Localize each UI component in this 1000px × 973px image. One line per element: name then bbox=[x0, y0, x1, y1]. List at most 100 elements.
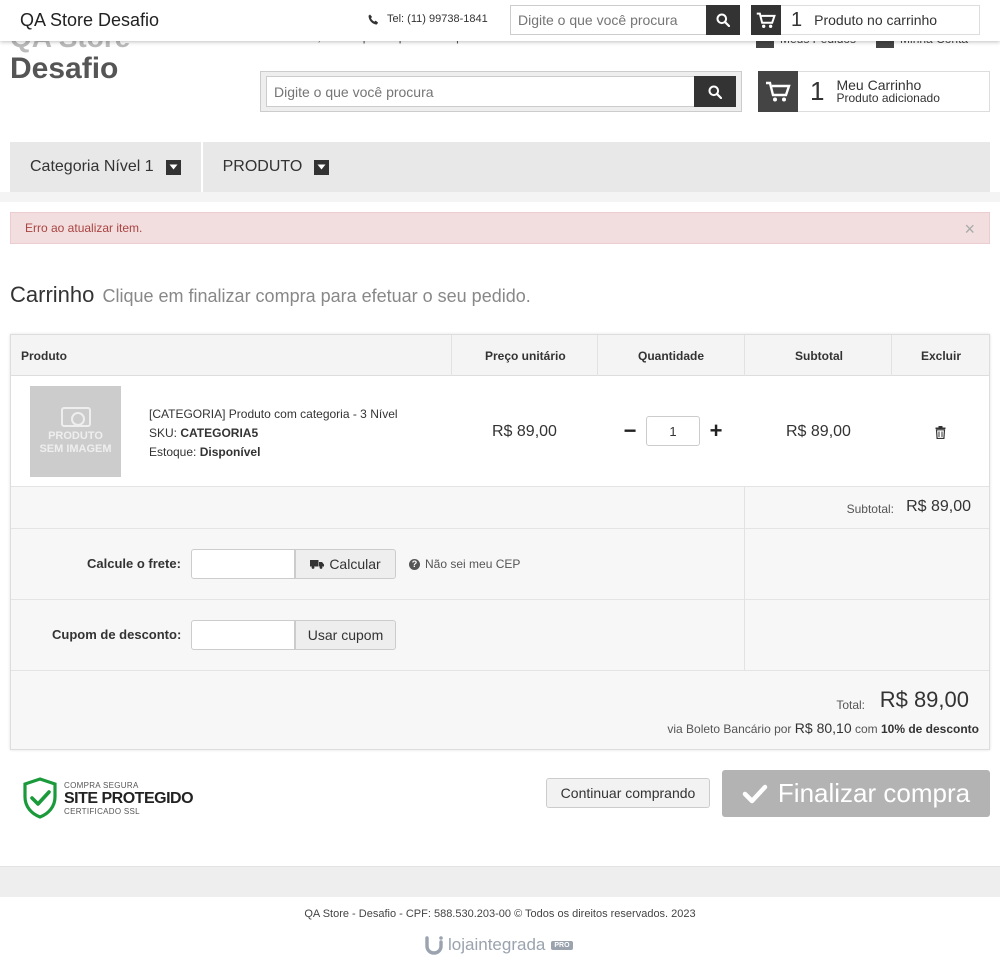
header-cart[interactable]: 1 Meu Carrinho Produto adicionado bbox=[758, 71, 990, 112]
menu-item-label: PRODUTO bbox=[222, 158, 303, 175]
truck-icon bbox=[310, 560, 325, 569]
platform-name: lojaintegrada bbox=[448, 935, 545, 955]
header-unit-price: Preço unitário bbox=[485, 349, 566, 363]
boleto-price: R$ 80,10 bbox=[794, 720, 852, 736]
coupon-label: Cupom de desconto: bbox=[52, 627, 182, 642]
error-alert-text: Erro ao atualizar item. bbox=[25, 221, 143, 235]
coupon-row: Cupom de desconto: Usar cupom bbox=[11, 600, 989, 671]
page-subtitle: Clique em finalizar compra para efetuar … bbox=[102, 286, 531, 306]
topbar-cart-count: 1 bbox=[791, 8, 803, 31]
platform-badge: PRO bbox=[551, 940, 573, 950]
decrease-quantity-button[interactable]: − bbox=[623, 418, 637, 444]
category-menu: Categoria Nível 1 PRODUTO bbox=[10, 142, 990, 192]
menu-shadow-strip bbox=[0, 192, 1000, 202]
cart-icon-box bbox=[751, 5, 781, 35]
remove-item-button[interactable] bbox=[935, 426, 946, 444]
page-title-text: Carrinho bbox=[10, 282, 95, 307]
apply-coupon-label: Usar cupom bbox=[307, 627, 384, 643]
search-icon bbox=[708, 85, 722, 99]
header-subtotal: Subtotal bbox=[795, 349, 843, 363]
product-image-placeholder[interactable]: PRODUTO SEM IMAGEM bbox=[30, 386, 121, 477]
header-remove: Excluir bbox=[921, 349, 962, 363]
no-image-line-1: PRODUTO bbox=[48, 430, 103, 442]
cart-icon-box bbox=[758, 71, 798, 112]
header-search-input[interactable] bbox=[266, 76, 694, 107]
continue-shopping-button[interactable]: Continuar comprando bbox=[546, 778, 710, 808]
chevron-down-icon bbox=[165, 159, 181, 175]
store-logo-text[interactable]: Desafio bbox=[10, 52, 118, 86]
total-value: R$ 89,00 bbox=[879, 687, 969, 712]
no-image-line-2: SEM IMAGEM bbox=[39, 443, 112, 455]
cep-input[interactable] bbox=[191, 549, 295, 579]
seal-bottom-text: CERTIFICADO SSL bbox=[64, 806, 140, 816]
product-info: [CATEGORIA] Produto com categoria - 3 Ní… bbox=[149, 405, 398, 462]
total-row: Total: R$ 89,00 via Boleto Bancário por … bbox=[11, 671, 989, 751]
boleto-with: com bbox=[854, 722, 878, 736]
seal-text: COMPRA SEGURA SITE PROTEGIDO CERTIFICADO… bbox=[64, 780, 194, 817]
header-cart-title: Meu Carrinho bbox=[836, 76, 922, 93]
header-cart-count: 1 bbox=[810, 76, 825, 106]
unit-price: R$ 89,00 bbox=[492, 423, 557, 440]
product-stock: Estoque: Disponível bbox=[149, 443, 398, 462]
shipping-row: Calcule o frete: Calcular ? Não sei meu … bbox=[11, 529, 989, 600]
product-name-link[interactable]: [CATEGORIA] Produto com categoria - 3 Ní… bbox=[149, 405, 398, 424]
footer-copyright: QA Store - Desafio - CPF: 588.530.203-00… bbox=[304, 908, 696, 920]
calculate-shipping-button[interactable]: Calcular bbox=[295, 549, 396, 579]
subtotal-label: Subtotal: bbox=[846, 502, 894, 516]
page-title: Carrinho Clique em finalizar compra para… bbox=[10, 282, 531, 308]
topbar-search-input[interactable] bbox=[510, 5, 706, 35]
close-icon[interactable]: × bbox=[964, 219, 975, 240]
subtotal-value: R$ 89,00 bbox=[906, 498, 971, 515]
cart-icon bbox=[756, 12, 776, 28]
topbar-cart[interactable]: 1 Produto no carrinho bbox=[751, 5, 980, 35]
boleto-prefix: via Boleto Bancário por bbox=[667, 722, 792, 736]
ssl-seal: COMPRA SEGURA SITE PROTEGIDO CERTIFICADO… bbox=[22, 777, 194, 819]
topbar-store-name[interactable]: QA Store Desafio bbox=[20, 10, 159, 31]
subtotal-row: Subtotal: R$ 89,00 bbox=[11, 487, 989, 529]
checkmark-icon bbox=[742, 784, 768, 803]
topbar-search bbox=[510, 5, 740, 35]
topbar-phone: Tel: (11) 99738-1841 bbox=[368, 13, 488, 25]
calculate-label: Calcular bbox=[329, 556, 381, 572]
trash-icon bbox=[935, 426, 946, 440]
coupon-input[interactable] bbox=[191, 620, 295, 650]
apply-coupon-button[interactable]: Usar cupom bbox=[295, 620, 396, 650]
shield-check-icon bbox=[23, 777, 57, 819]
topbar-cart-text: Produto no carrinho bbox=[814, 12, 938, 28]
loja-integrada-logo-icon bbox=[425, 936, 443, 955]
stock-label: Estoque: bbox=[149, 445, 197, 459]
total-label: Total: bbox=[836, 698, 865, 712]
table-header: Produto Preço unitário Quantidade Subtot… bbox=[11, 335, 989, 376]
header-cart-text: Meu Carrinho Produto adicionado bbox=[836, 76, 940, 105]
platform-name-part-1: loja bbox=[448, 935, 475, 954]
camera-icon bbox=[60, 407, 91, 427]
increase-quantity-button[interactable]: + bbox=[709, 418, 723, 444]
header-quantity: Quantidade bbox=[638, 349, 705, 363]
boleto-discount-info: via Boleto Bancário por R$ 80,10 com 10%… bbox=[667, 720, 979, 736]
quantity-input[interactable] bbox=[646, 416, 700, 446]
header-search bbox=[260, 71, 742, 112]
header-search-button[interactable] bbox=[694, 76, 736, 107]
platform-logo[interactable]: lojaintegrada PRO bbox=[424, 935, 573, 955]
checkout-button[interactable]: Finalizar compra bbox=[722, 770, 990, 817]
search-icon bbox=[716, 13, 730, 27]
row-subtotal: R$ 89,00 bbox=[786, 423, 851, 440]
quantity-stepper: − + bbox=[623, 416, 723, 446]
menu-item-produto[interactable]: PRODUTO bbox=[200, 142, 350, 192]
header-cart-subtitle: Produto adicionado bbox=[836, 90, 940, 105]
shipping-label: Calcule o frete: bbox=[87, 556, 181, 571]
cart-table: Produto Preço unitário Quantidade Subtot… bbox=[10, 334, 990, 750]
cart-icon bbox=[766, 81, 791, 101]
dont-know-cep-label: Não sei meu CEP bbox=[425, 557, 521, 571]
no-image-label: PRODUTO SEM IMAGEM bbox=[39, 430, 111, 456]
sku-value: CATEGORIA5 bbox=[180, 426, 259, 440]
menu-item-categoria-nivel-1[interactable]: Categoria Nível 1 bbox=[10, 142, 201, 192]
product-sku: SKU: CATEGORIA5 bbox=[149, 424, 398, 443]
topbar-search-button[interactable] bbox=[706, 5, 740, 35]
menu-item-label: Categoria Nível 1 bbox=[30, 158, 154, 175]
platform-name-part-2: integrada bbox=[474, 935, 546, 954]
error-alert: Erro ao atualizar item. × bbox=[10, 212, 990, 244]
checkout-label: Finalizar compra bbox=[777, 778, 971, 808]
boleto-discount: 10% de desconto bbox=[880, 722, 979, 736]
dont-know-cep-link[interactable]: ? Não sei meu CEP bbox=[409, 557, 520, 571]
